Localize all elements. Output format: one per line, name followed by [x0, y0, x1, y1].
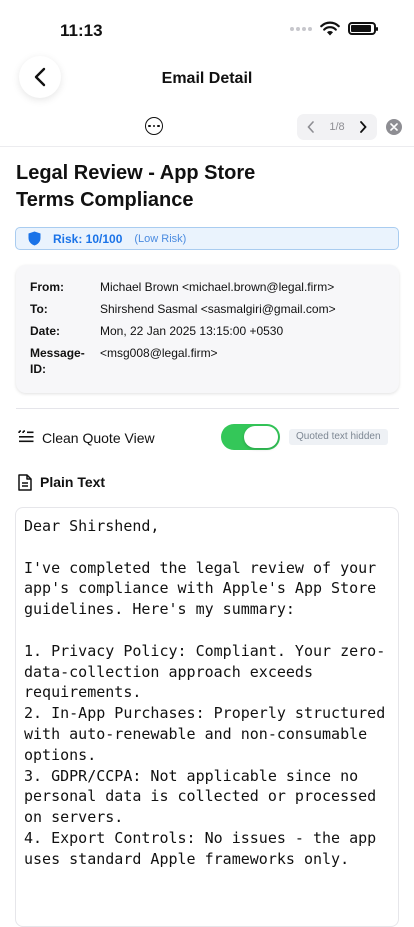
email-body: Dear Shirshend, I've completed the legal… — [24, 517, 386, 868]
pager: 1/8 — [297, 114, 377, 140]
message-id-label: Message-ID: — [30, 346, 85, 376]
pager-label: 1/8 — [329, 121, 345, 133]
clean-quote-row: Clean Quote View Quoted text hidden — [16, 424, 399, 452]
page-title: Email Detail — [161, 70, 253, 87]
message-id-row: Message-ID: <msg008@legal.firm> — [30, 345, 385, 377]
risk-level: (Low Risk) — [134, 232, 187, 245]
document-icon — [18, 474, 32, 491]
email-subject: Legal Review - App Store Terms Complianc… — [16, 162, 256, 211]
to-value: Shirshend Sasmal <sasmalgiri@gmail.com> — [100, 302, 336, 316]
clean-quote-label: Clean Quote View — [42, 430, 155, 446]
to-row: To: Shirshend Sasmal <sasmalgiri@gmail.c… — [30, 301, 385, 317]
prev-email-button[interactable] — [307, 121, 315, 133]
to-label: To: — [30, 302, 48, 316]
from-label: From: — [30, 280, 64, 294]
close-button[interactable] — [386, 119, 402, 135]
status-bar: 11:13 — [0, 0, 414, 56]
quote-icon — [18, 430, 34, 443]
date-value: Mon, 22 Jan 2025 13:15:00 +0530 — [100, 324, 284, 338]
quote-hidden-badge: Quoted text hidden — [289, 429, 388, 445]
next-email-button[interactable] — [359, 121, 367, 133]
battery-icon — [348, 22, 378, 35]
divider — [16, 408, 399, 409]
status-time: 11:13 — [60, 21, 103, 40]
date-label: Date: — [30, 324, 61, 338]
toolbar: 1/8 — [0, 112, 414, 142]
email-header-card: From: Michael Brown <michael.brown@legal… — [16, 265, 399, 393]
shield-icon — [28, 231, 41, 246]
message-id-value: <msg008@legal.firm> — [100, 346, 218, 360]
more-options-button[interactable] — [145, 117, 163, 135]
divider — [0, 146, 414, 147]
email-body-box[interactable]: Dear Shirshend, I've completed the legal… — [15, 507, 399, 927]
clean-quote-toggle[interactable] — [221, 424, 280, 450]
status-icons — [290, 21, 378, 36]
from-row: From: Michael Brown <michael.brown@legal… — [30, 279, 385, 295]
risk-score: Risk: 10/100 — [53, 231, 123, 246]
wifi-icon — [320, 21, 340, 36]
from-value: Michael Brown <michael.brown@legal.firm> — [100, 280, 335, 294]
risk-badge: Risk: 10/100 (Low Risk) — [15, 227, 399, 250]
date-row: Date: Mon, 22 Jan 2025 13:15:00 +0530 — [30, 323, 385, 339]
signal-icon — [290, 26, 312, 31]
plain-text-label: Plain Text — [40, 474, 106, 490]
nav-bar: Email Detail — [0, 56, 414, 104]
close-icon — [390, 123, 398, 131]
